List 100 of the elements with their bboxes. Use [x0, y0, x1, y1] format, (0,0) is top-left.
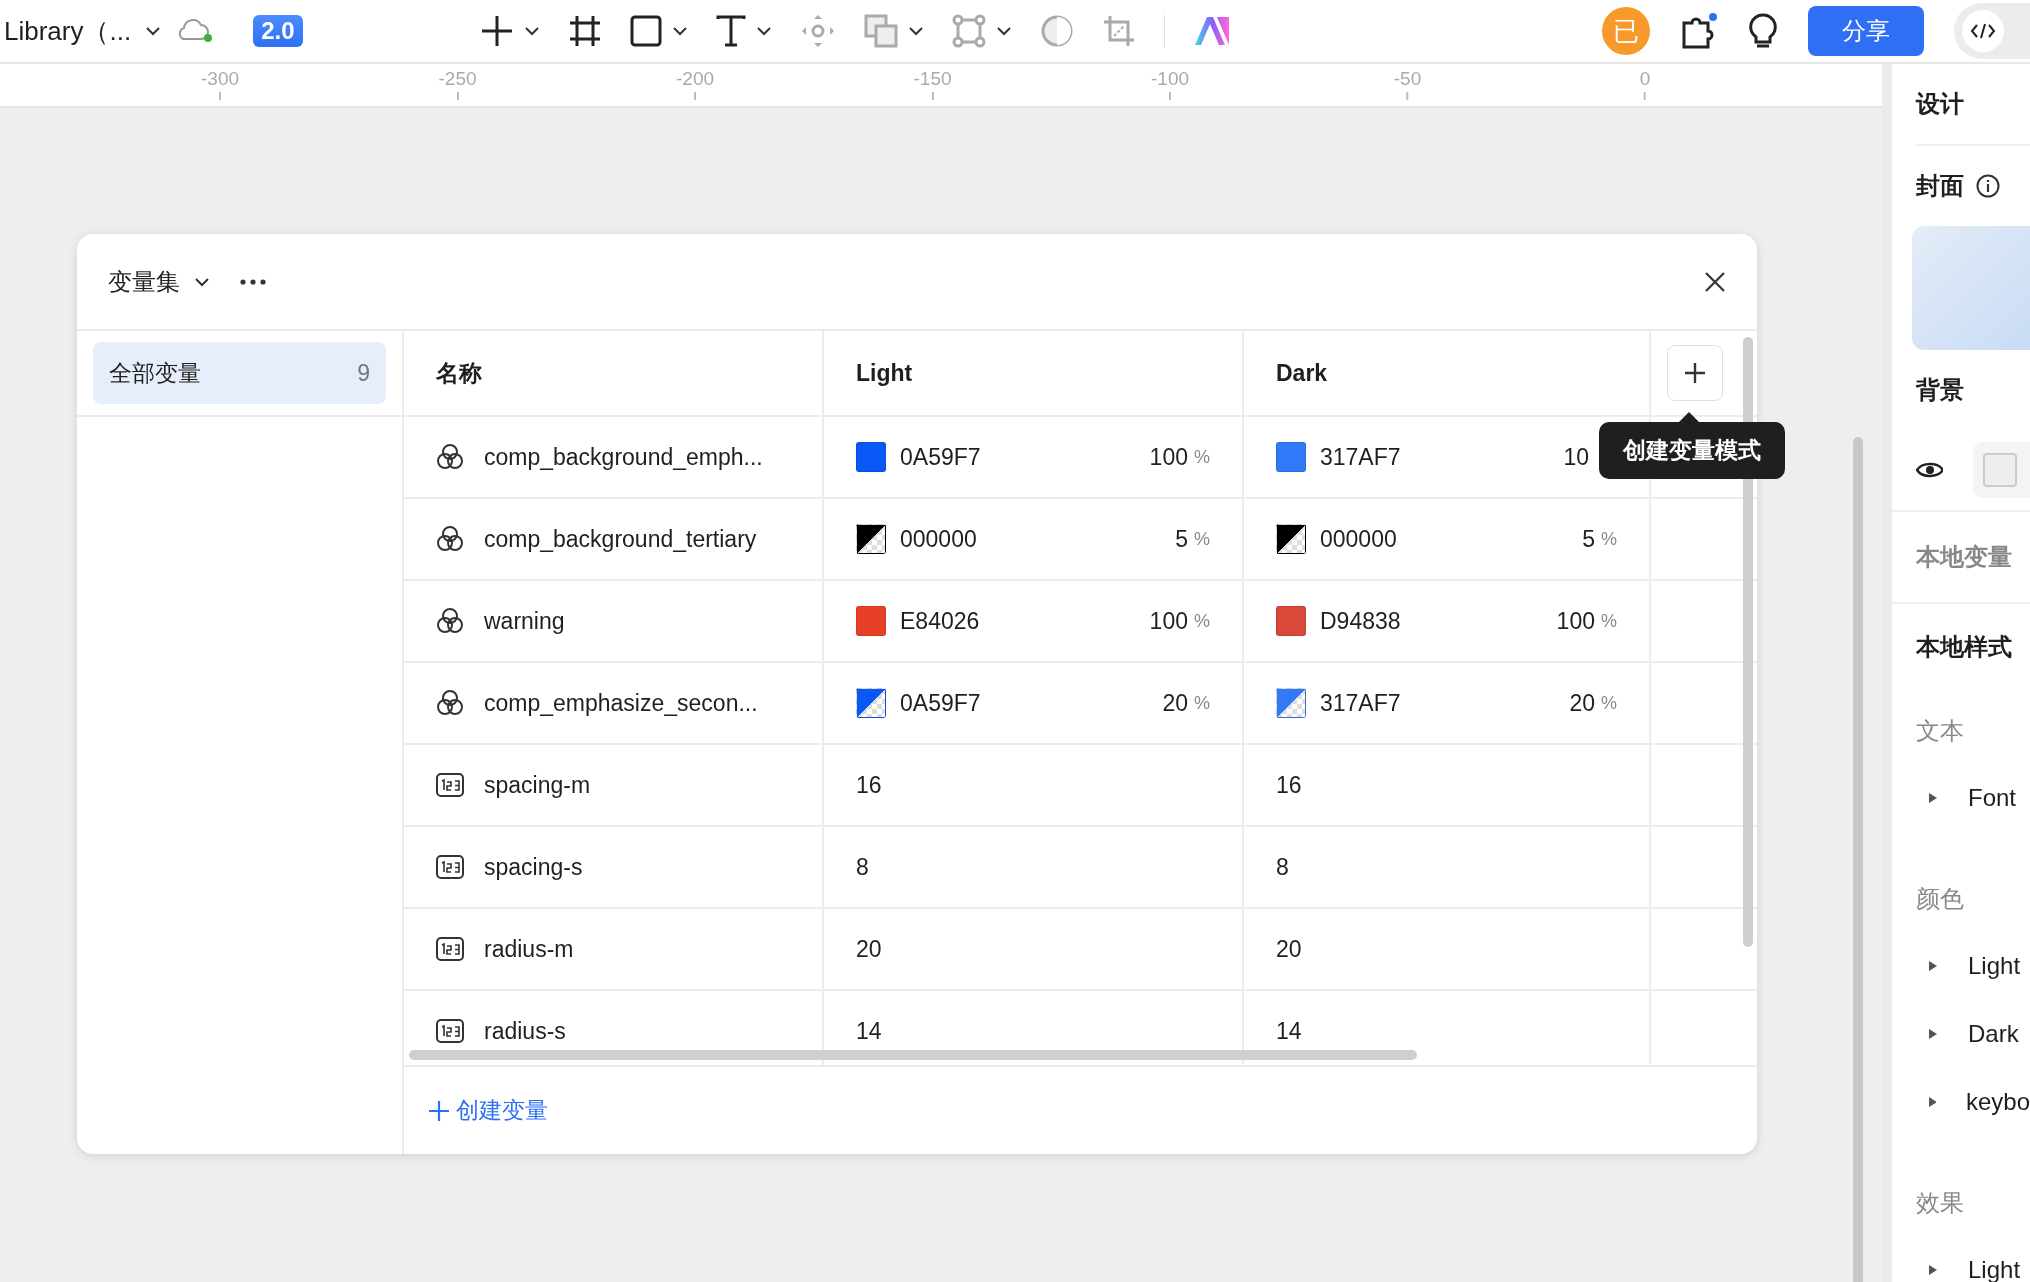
hex-value[interactable]: 000000	[900, 525, 977, 553]
eye-icon[interactable]	[1916, 461, 1943, 479]
scrollbar[interactable]	[409, 1050, 1417, 1060]
ruler-label: 0	[1639, 68, 1651, 90]
opacity-value[interactable]: 100	[1149, 607, 1188, 635]
caret-right-icon	[1928, 792, 1938, 804]
ruler-label: -50	[1393, 68, 1422, 90]
color-swatch[interactable]	[1276, 606, 1306, 636]
text-tool-icon[interactable]	[716, 15, 746, 47]
chevron-down-icon[interactable]	[524, 26, 540, 36]
caret-right-icon	[1928, 1096, 1936, 1108]
tooltip: 创建变量模式	[1599, 412, 1785, 479]
variable-name[interactable]: radius-m	[484, 935, 574, 963]
color-swatch[interactable]	[1276, 442, 1306, 472]
chevron-down-icon[interactable]	[194, 276, 210, 287]
info-icon[interactable]	[1976, 174, 2000, 198]
color-swatch[interactable]	[856, 442, 886, 472]
tooltip-arrow-icon	[1679, 412, 1699, 422]
share-button[interactable]: 分享	[1808, 6, 1924, 56]
cover-thumbnail[interactable]	[1912, 226, 2030, 350]
number-value[interactable]: 8	[1276, 853, 1289, 881]
hex-value[interactable]: 000000	[1320, 525, 1397, 553]
background-color-field[interactable]	[1972, 442, 2030, 498]
ruler-label: -250	[438, 68, 477, 90]
chevron-down-icon[interactable]	[996, 26, 1012, 36]
scrollbar[interactable]	[1853, 437, 1863, 1282]
chevron-down-icon[interactable]	[145, 26, 162, 36]
plus-icon[interactable]	[480, 14, 514, 48]
number-value[interactable]: 16	[1276, 771, 1302, 799]
number-value[interactable]: 20	[856, 935, 882, 963]
number-icon	[436, 936, 464, 962]
variable-name[interactable]: warning	[484, 607, 565, 635]
variable-name[interactable]: comp_background_tertiary	[484, 525, 757, 553]
number-value[interactable]: 20	[1276, 935, 1302, 963]
section-title: 文本	[1916, 716, 1965, 746]
caret-right-icon	[1928, 960, 1938, 972]
opacity-value[interactable]: 10	[1563, 443, 1589, 471]
opacity-value[interactable]: 20	[1162, 689, 1188, 717]
hex-value[interactable]: 317AF7	[1320, 443, 1401, 471]
more-icon[interactable]	[240, 278, 266, 285]
create-variable-button[interactable]: 创建变量	[428, 1095, 548, 1126]
frame-icon[interactable]	[568, 14, 602, 48]
number-icon	[436, 854, 464, 880]
plus-icon	[1683, 362, 1706, 384]
ruler-label: -100	[1151, 68, 1189, 90]
color-swatch[interactable]	[856, 524, 886, 554]
color-swatch[interactable]	[1276, 524, 1306, 554]
rectangle-icon[interactable]	[630, 15, 662, 47]
percent-unit: %	[1194, 446, 1210, 468]
hex-value[interactable]: D94838	[1320, 607, 1401, 635]
variable-name[interactable]: radius-s	[484, 1017, 566, 1045]
percent-unit: %	[1601, 692, 1617, 714]
puzzle-icon[interactable]	[1680, 13, 1718, 49]
code-toggle[interactable]	[1954, 3, 2030, 59]
percent-unit: %	[1601, 528, 1617, 550]
number-value[interactable]: 14	[856, 1017, 882, 1045]
chevron-down-icon[interactable]	[908, 26, 924, 36]
chevron-down-icon[interactable]	[756, 26, 772, 36]
file-title[interactable]: Library（...	[4, 13, 132, 49]
hex-value[interactable]: 317AF7	[1320, 689, 1401, 717]
style-item[interactable]: Font	[1916, 764, 2030, 832]
number-value[interactable]: 16	[856, 771, 882, 799]
section-title: 颜色	[1916, 884, 1965, 914]
collection-item[interactable]: 全部变量 9	[93, 342, 386, 404]
opacity-value[interactable]: 100	[1149, 443, 1188, 471]
chevron-down-icon[interactable]	[672, 26, 688, 36]
variable-name[interactable]: comp_emphasize_secon...	[484, 689, 758, 717]
design-tab[interactable]: 设计	[1916, 88, 1964, 120]
variable-name[interactable]: spacing-m	[484, 771, 591, 799]
opacity-value[interactable]: 5	[1582, 525, 1595, 553]
local-variables-label[interactable]: 本地变量	[1916, 541, 2012, 573]
collection-title[interactable]: 变量集	[108, 265, 180, 298]
background-label: 背景	[1916, 375, 1964, 405]
code-icon	[1970, 22, 1996, 40]
column-header: Light	[856, 359, 913, 387]
variable-name[interactable]: spacing-s	[484, 853, 583, 881]
color-swatch[interactable]	[856, 606, 886, 636]
overlapping-circles-icon	[436, 689, 464, 717]
lightbulb-icon[interactable]	[1748, 13, 1778, 49]
close-icon[interactable]	[1705, 271, 1725, 292]
number-icon	[436, 1018, 464, 1044]
ruler-label: -300	[201, 68, 239, 90]
style-item[interactable]: Light	[1916, 932, 2030, 1000]
style-item[interactable]: Dark	[1916, 1000, 2030, 1068]
style-item[interactable]: keybo	[1916, 1068, 2030, 1136]
variable-name[interactable]: comp_background_emph...	[484, 443, 763, 471]
hex-value[interactable]: 0A59F7	[900, 689, 981, 717]
hex-value[interactable]: E84026	[900, 607, 980, 635]
number-value[interactable]: 8	[856, 853, 869, 881]
color-swatch[interactable]	[1276, 688, 1306, 718]
opacity-value[interactable]: 20	[1569, 689, 1595, 717]
hex-value[interactable]: 0A59F7	[900, 443, 981, 471]
opacity-value[interactable]: 100	[1556, 607, 1595, 635]
add-mode-button[interactable]	[1666, 345, 1723, 401]
color-swatch[interactable]	[856, 688, 886, 718]
percent-unit: %	[1194, 692, 1210, 714]
version-badge: 2.0	[253, 15, 303, 47]
column-header: Dark	[1276, 359, 1328, 387]
opacity-value[interactable]: 5	[1175, 525, 1188, 553]
number-value[interactable]: 14	[1276, 1017, 1302, 1045]
